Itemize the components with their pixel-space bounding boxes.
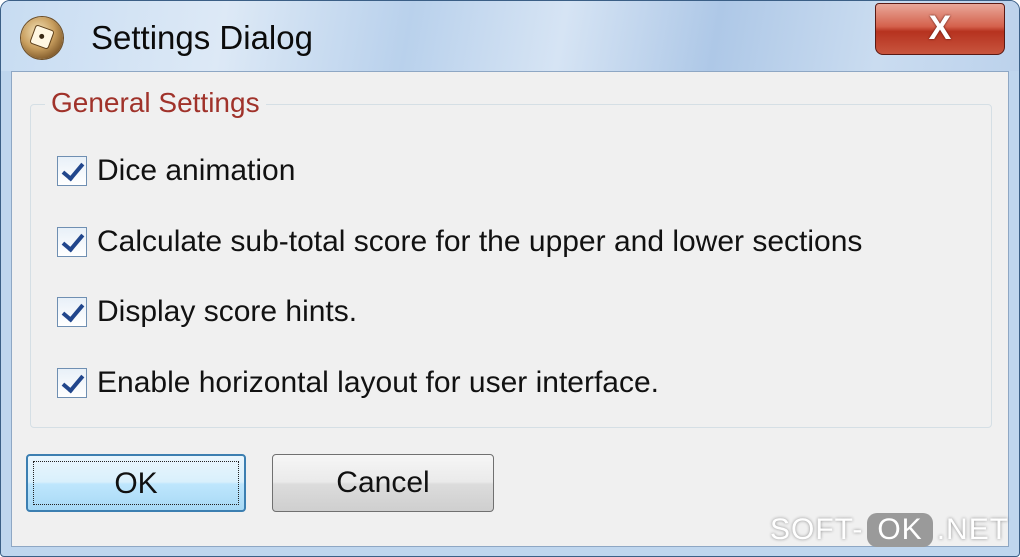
watermark-middle: OK (867, 513, 933, 547)
option-horizontal-layout[interactable]: Enable horizontal layout for user interf… (57, 363, 659, 403)
dialog-client-area: General Settings Dice animation Calculat… (11, 71, 1009, 547)
cancel-button[interactable]: Cancel (272, 454, 494, 512)
close-button[interactable]: X (875, 3, 1005, 55)
option-dice-animation[interactable]: Dice animation (57, 151, 295, 191)
focus-rectangle (33, 461, 239, 505)
option-label: Enable horizontal layout for user interf… (97, 366, 659, 399)
ok-button[interactable]: OK (26, 454, 246, 512)
dice-app-icon (21, 17, 63, 59)
die-icon (29, 24, 55, 50)
checkbox-score-hints[interactable] (57, 297, 87, 327)
group-title: General Settings (45, 87, 266, 119)
checkbox-horizontal-layout[interactable] (57, 368, 87, 398)
option-score-hints[interactable]: Display score hints. (57, 292, 357, 332)
cancel-button-label: Cancel (336, 466, 430, 499)
site-watermark: SOFT- OK .NET (770, 508, 1009, 552)
watermark-left: SOFT- (770, 513, 864, 546)
option-subtotal-score[interactable]: Calculate sub-total score for the upper … (57, 222, 862, 262)
general-settings-group: General Settings Dice animation Calculat… (30, 87, 992, 428)
checkbox-subtotal-score[interactable] (57, 227, 87, 257)
option-label: Display score hints. (97, 295, 358, 328)
watermark-right: .NET (936, 513, 1010, 546)
option-label: Dice animation (97, 154, 296, 187)
checkbox-dice-animation[interactable] (57, 156, 87, 186)
option-label: Calculate sub-total score for the upper … (97, 225, 863, 258)
settings-dialog-window: Settings Dialog X General Settings Dice … (0, 0, 1020, 557)
window-title: Settings Dialog (91, 19, 313, 56)
title-bar[interactable]: Settings Dialog X (1, 1, 1019, 71)
